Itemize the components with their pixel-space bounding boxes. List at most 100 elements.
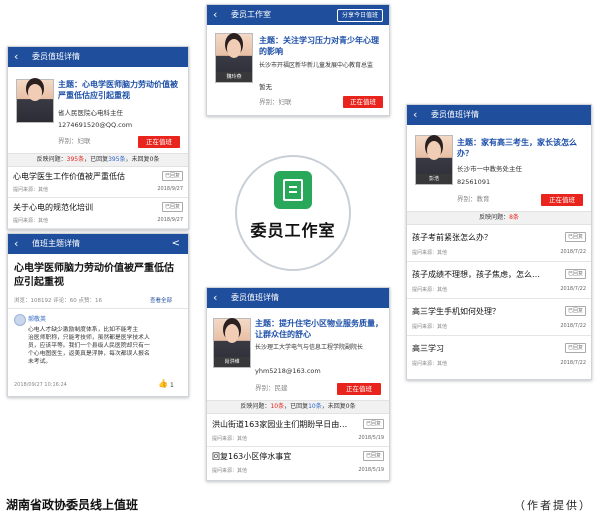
replied-badge: 已回复 [564,343,586,353]
phone-studio-home: ‹ 委员工作室 分享今日值班 魏玲燕 主题：关注学习压力对青少年心理的影响 长沙… [206,4,390,116]
face-photo [426,140,442,160]
app-header: ‹ 值班主题详情 < [8,234,188,254]
item-title: 洪山街道163家园业主们期盼早日由… [212,420,348,429]
comment-line: 员，应该平等。我们一个县级人民医院却只有一 [28,343,150,349]
member-org: 省人民医院心电科主任 [58,109,123,117]
sector-label: 界别：教育 [457,195,490,203]
stats-reported-count: 395条 [66,156,85,163]
stats-unreplied-count: 0条 [345,403,356,410]
stats-replied-count: 10条 [308,403,322,410]
document-outline [283,179,303,201]
list-item[interactable]: 孩子成绩不理想，孩子焦虑，怎么… 已回复 提问来源：其他 2018/7/22 [407,262,591,299]
member-name-tag: 魏玲燕 [216,72,252,82]
commenter-avatar [14,314,26,326]
member-name-tag: 肖洪维 [214,357,250,367]
stats-label-reported: 反映问题： [36,156,67,163]
list-item[interactable]: 洪山街道163家园业主们期盼早日由… 已回复 提问来源：其他 2018/5/19 [207,415,389,447]
stats-reported-count: 8条 [509,214,519,221]
avatar: 彭浩 [415,135,453,185]
on-duty-button[interactable]: 正在值班 [337,383,381,395]
share-duty-button[interactable]: 分享今日值班 [336,9,383,22]
share-icon[interactable]: < [172,234,180,254]
comment-line: 未考试。 [28,359,52,365]
empty-note: 暂无 [259,83,272,91]
member-phone: 82561091 [457,178,491,186]
question-stats: 反映问题：8条 [407,211,591,225]
app-header: ‹ 委员值班详情 [8,47,188,67]
replied-badge: 已回复 [362,419,384,429]
item-title: 高三学习 [412,344,444,353]
item-date: 2018/7/22 [560,323,586,329]
comment-line: 个心电图医生，返美真是浮肿，每次都误人报名 [28,351,150,357]
header-title: 委员工作室 [231,10,271,19]
back-arrow-icon[interactable]: ‹ [14,234,18,254]
replied-badge: 已回复 [161,171,183,181]
replied-badge: 已回复 [564,232,586,242]
back-arrow-icon[interactable]: ‹ [413,105,417,125]
list-item[interactable]: 高三学生手机如何处理？ 已回复 提问来源：其他 2018/7/22 [407,299,591,336]
back-arrow-icon[interactable]: ‹ [213,5,217,25]
face-photo [226,38,242,58]
item-title: 回复163小区停水事宜 [212,452,292,461]
stats-label-replied: ，已回复 [84,156,109,163]
stats-unreplied-count: 0条 [149,156,160,163]
header-title: 委员值班详情 [32,52,80,61]
member-org: 长沙市一中教务处主任 [457,165,522,173]
sector-label: 界别：民建 [255,384,288,392]
on-duty-button[interactable]: 正在值班 [343,96,383,108]
item-source: 提问来源：其他 [412,250,448,256]
item-source: 提问来源：其他 [412,287,448,293]
phone-member-duty-bottom: ‹ 委员值班详情 肖洪维 主题：提升住宅小区物业服务质量，让群众住的舒心 长沙理… [206,287,390,481]
comment-line: 心电人才缺少激励制度体系，比如不能考主 [28,327,139,333]
list-item[interactable]: 回复163小区停水事宜 已回复 提问来源：其他 2018/5/19 [207,447,389,478]
document-seal-icon [274,171,312,209]
on-duty-button[interactable]: 正在值班 [138,136,180,148]
item-date: 2018/7/22 [560,360,586,366]
back-arrow-icon[interactable]: ‹ [14,47,18,67]
list-item[interactable]: 关于心电的规范化培训 已回复 提问来源：其他 2018/9/27 [8,198,188,229]
replied-badge: 已回复 [564,306,586,316]
phone-member-duty-right: ‹ 委员值班详情 彭浩 主题：家有高三考生，家长该怎么办？ 长沙市一中教务处主任… [406,104,592,380]
replied-badge: 已回复 [362,451,384,461]
avatar [16,79,54,123]
item-date: 2018/9/27 [157,217,183,223]
list-item[interactable]: 高三学习 已回复 提问来源：其他 2018/7/22 [407,336,591,372]
duty-topic: 主题：心电学医师脑力劳动价值被严重低估应引起重视 [58,80,178,100]
app-header: ‹ 委员值班详情 [207,288,389,308]
header-title: 委员值班详情 [431,110,479,119]
item-source: 提问来源：其他 [212,468,248,474]
photo-caption: 湖南省政协委员线上值班 [6,498,139,512]
sector-label: 界别：妇联 [259,98,292,106]
item-source: 提问来源：其他 [212,436,248,442]
view-all-link[interactable]: 查看全部 [150,297,172,306]
item-title: 孩子成绩不理想，孩子焦虑，怎么… [412,270,540,279]
comment-line: 治医师职称，只能考技师，虽然都是医学技术人 [28,335,150,341]
question-stats: 反映问题：395条，已回复395条，未回复0条 [8,153,188,167]
item-date: 2018/5/19 [358,467,384,473]
duty-topic: 主题：关注学习压力对青少年心理的影响 [259,36,379,56]
face-photo [224,323,240,343]
replied-badge: 已回复 [564,269,586,279]
phone-member-duty-left: ‹ 委员值班详情 主题：心电学医师脑力劳动价值被严重低估应引起重视 省人民医院心… [7,46,189,230]
item-date: 2018/7/22 [560,286,586,292]
avatar: 肖洪维 [213,318,251,368]
item-title: 高三学生手机如何处理？ [412,307,500,316]
studio-logo: 委员工作室 [235,155,351,271]
document-line [289,186,297,188]
like-icon[interactable]: 👍 [158,379,168,388]
member-org: 长沙市开福区新华新儿童发展中心教育总监 [259,62,374,69]
stats-label-reported: 反映问题： [240,403,271,410]
duty-topic: 主题：家有高三考生，家长该怎么办？ [457,138,577,158]
document-line [289,191,297,193]
list-item[interactable]: 孩子考前紧张怎么办？ 已回复 提问来源：其他 2018/7/22 [407,225,591,262]
like-count: 1 [170,382,174,389]
stats-label-reported: 反映问题： [479,214,510,221]
item-source: 提问来源：其他 [13,187,49,193]
header-title: 委员值班详情 [231,293,279,302]
member-org: 长沙理工大学电气与信息工程学院副院长 [255,344,364,351]
back-arrow-icon[interactable]: ‹ [213,288,217,308]
list-item[interactable]: 心电学医生工作价值被严重低估 已回复 提问来源：其他 2018/9/27 [8,167,188,198]
app-header: ‹ 委员值班详情 [407,105,591,125]
stats-label-unreplied: ，未回复 [125,156,150,163]
on-duty-button[interactable]: 正在值班 [541,194,583,206]
